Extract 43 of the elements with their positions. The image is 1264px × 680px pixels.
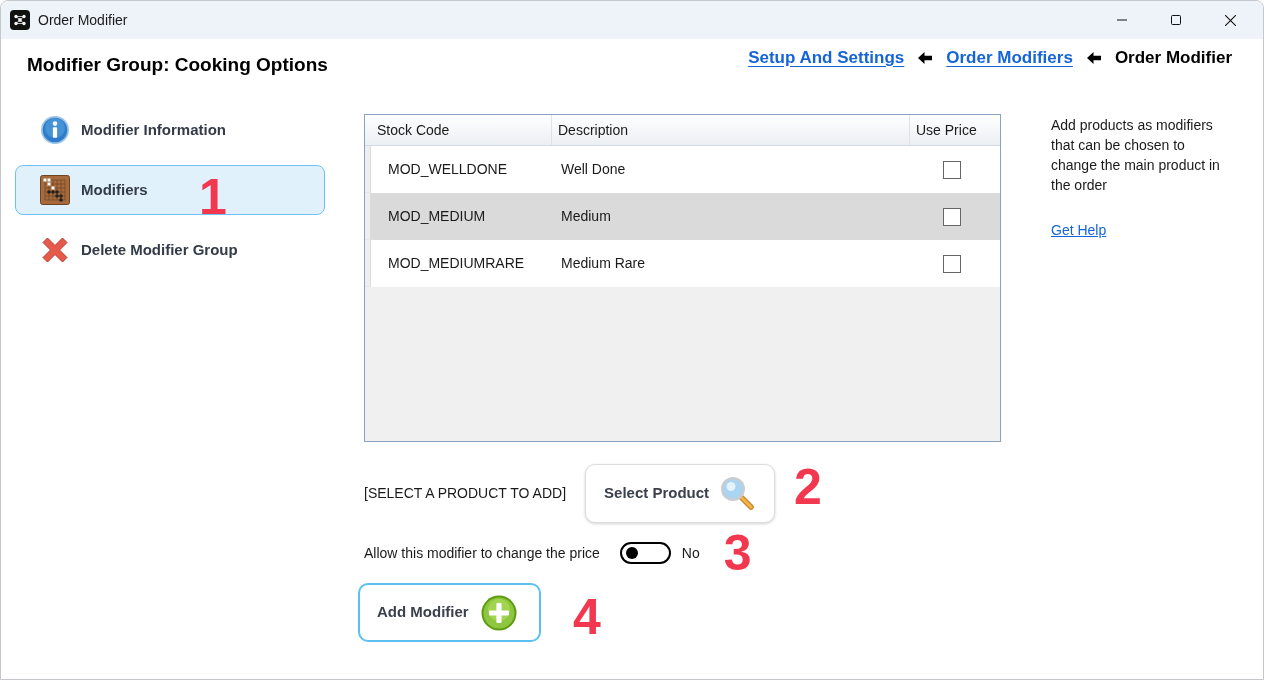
table-cell-text: Medium Rare — [560, 254, 647, 273]
table-cell-text: MOD_WELLDONE — [387, 160, 509, 179]
table-cell-text: Well Done — [560, 160, 627, 179]
column-header[interactable]: Description — [551, 115, 909, 145]
sidebar-item[interactable]: Delete Modifier Group — [15, 225, 325, 275]
annotation-number: 2 — [794, 462, 822, 512]
plus-icon — [480, 594, 517, 631]
toggle-switch[interactable] — [619, 542, 671, 564]
add-modifier-button[interactable]: Add Modifier — [358, 583, 541, 642]
arrow-left-icon — [1086, 52, 1101, 64]
breadcrumb-link[interactable]: Order Modifiers — [946, 46, 1073, 70]
table-row[interactable]: MOD_MEDIUM Medium — [365, 193, 1000, 240]
toggle-state: No — [681, 543, 700, 563]
cross-icon — [40, 235, 70, 265]
checkbox[interactable] — [942, 160, 961, 179]
breadcrumb-link[interactable]: Setup And Settings — [748, 46, 905, 70]
checkbox[interactable] — [942, 207, 961, 226]
table-row[interactable]: MOD_MEDIUMRARE Medium Rare — [365, 240, 1000, 287]
toggle-label: Allow this modifier to change the price — [364, 543, 600, 563]
info-icon — [40, 115, 70, 145]
help-link[interactable]: Get Help — [1051, 220, 1107, 240]
column-header[interactable]: Stock Code — [371, 115, 551, 145]
annotation-number: 4 — [573, 591, 601, 642]
page-title: Modifier Group: Cooking Options — [27, 53, 328, 77]
table-row[interactable]: MOD_WELLDONE Well Done — [365, 146, 1000, 193]
table-cell-text: Medium — [560, 207, 612, 226]
instruction-text: [SELECT A PRODUCT TO ADD] — [364, 483, 567, 503]
arrow-left-icon — [918, 52, 933, 64]
window-title: Order Modifier — [38, 10, 128, 30]
annotation-number: 3 — [723, 528, 752, 578]
table-cell-text: MOD_MEDIUM — [387, 207, 487, 226]
sidebar-item[interactable]: Modifier Information — [15, 105, 325, 155]
app-icon — [10, 10, 30, 30]
maximize-icon — [1171, 15, 1181, 25]
game-board-icon — [40, 175, 70, 205]
help-text: Add products as modifiers that can be chosen to change the main product in the order — [1051, 116, 1221, 195]
close-icon — [1224, 14, 1236, 26]
breadcrumb-current: Order Modifier — [1114, 47, 1232, 69]
column-header[interactable]: Use Price — [909, 115, 1000, 145]
select-product-button[interactable]: Select Product — [585, 463, 776, 523]
table-cell-text: MOD_MEDIUMRARE — [387, 254, 526, 273]
checkbox[interactable] — [942, 254, 961, 273]
search-icon — [719, 475, 756, 511]
